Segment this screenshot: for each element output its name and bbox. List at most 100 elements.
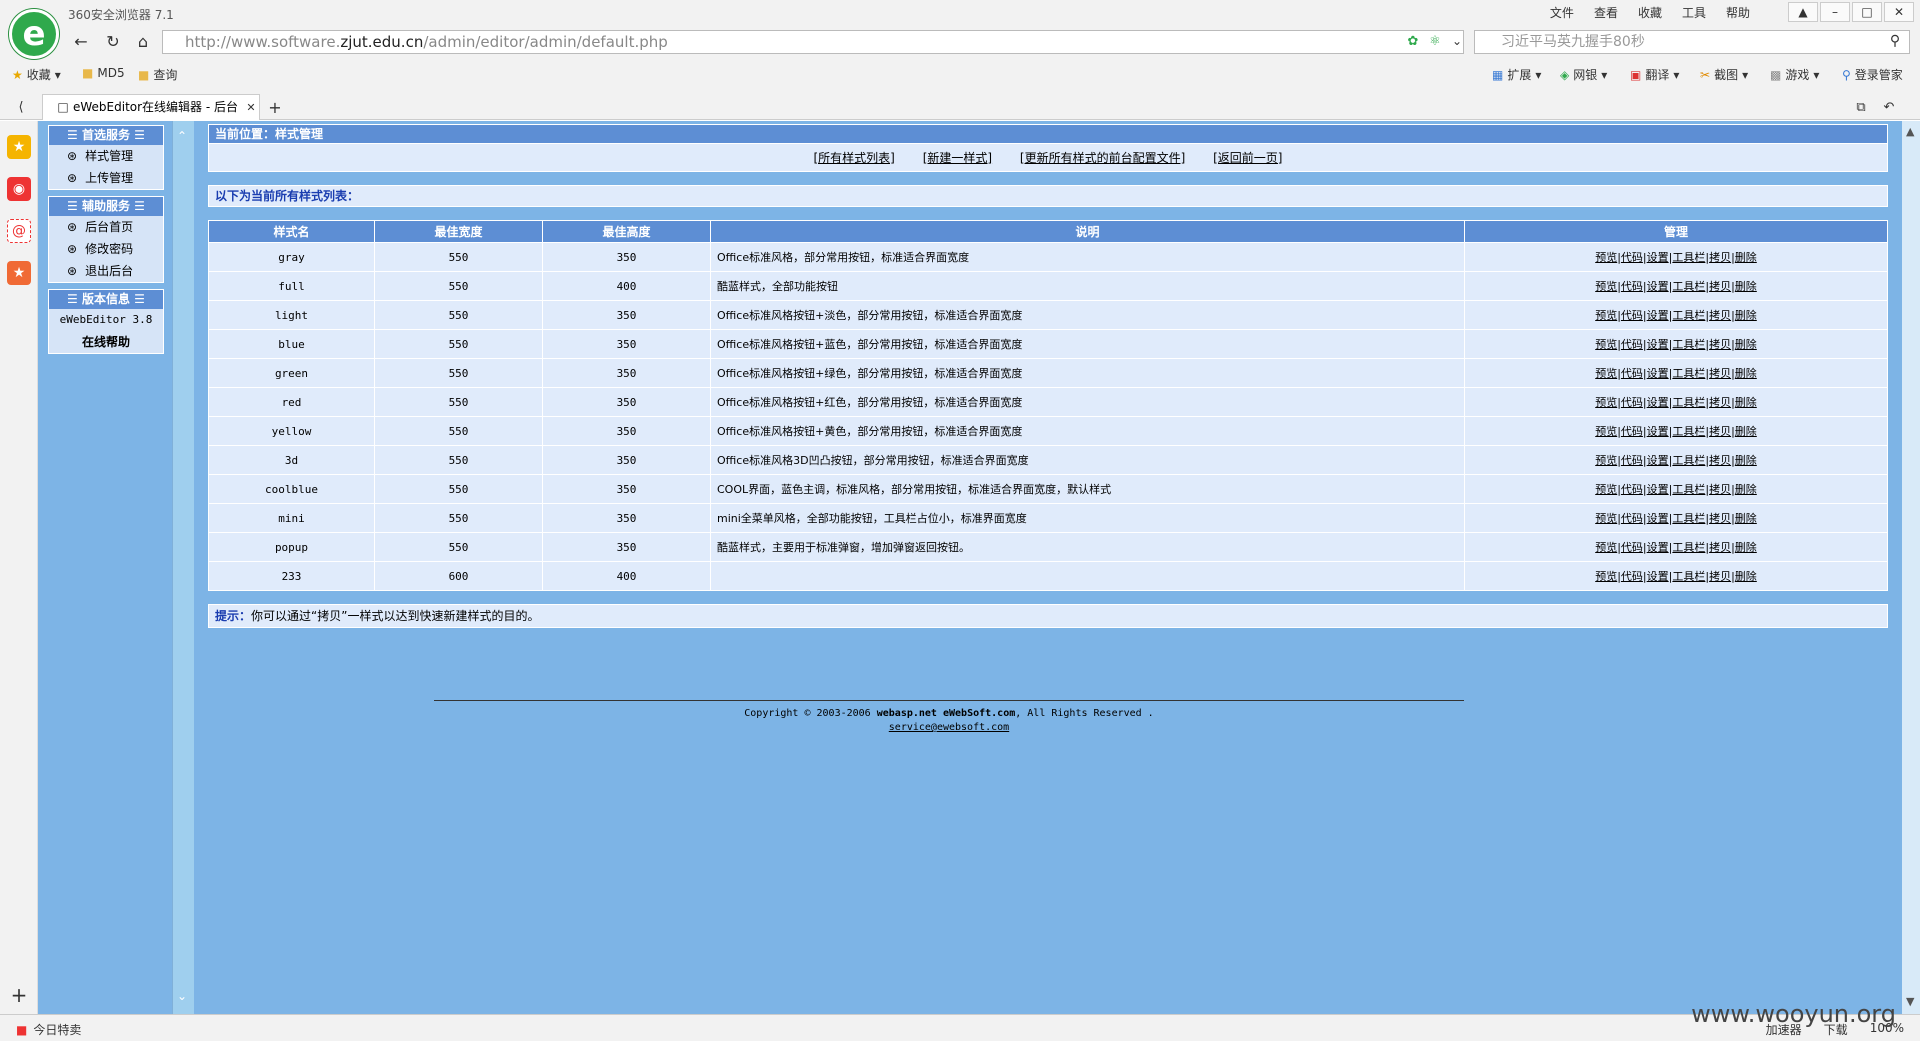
add-sidebar-icon[interactable]: + xyxy=(7,983,31,1007)
tab-list-icon[interactable]: ⧉ xyxy=(1850,96,1872,118)
scroll-down-icon[interactable]: ▼ xyxy=(1906,995,1914,1008)
home-icon[interactable]: ⌂ xyxy=(132,30,154,52)
action-link[interactable]: 删除 xyxy=(1735,483,1757,496)
action-link[interactable]: 预览 xyxy=(1595,425,1617,438)
email-link[interactable]: service@ewebsoft.com xyxy=(889,722,1009,733)
action-link[interactable]: 删除 xyxy=(1735,309,1757,322)
bookmark-md5[interactable]: ■ MD5 xyxy=(82,66,125,80)
action-link[interactable]: 设置 xyxy=(1647,338,1669,351)
action-link[interactable]: 预览 xyxy=(1595,280,1617,293)
action-link[interactable]: 删除 xyxy=(1735,280,1757,293)
action-link[interactable]: 设置 xyxy=(1647,396,1669,409)
link-all-styles[interactable]: [所有样式列表] xyxy=(814,151,895,165)
close-tab-icon[interactable]: ✕ xyxy=(240,96,262,118)
bookmark-favorites[interactable]: ★ 收藏 ▾ xyxy=(12,66,61,83)
action-link[interactable]: 代码 xyxy=(1621,512,1643,525)
favorites-star-icon[interactable]: ★ xyxy=(7,135,31,159)
action-link[interactable]: 预览 xyxy=(1595,309,1617,322)
toolbar-login-manager[interactable]: ⚲ 登录管家 xyxy=(1842,66,1903,83)
sidebar-item-logout[interactable]: ⊛ 退出后台 xyxy=(49,260,163,282)
action-link[interactable]: 设置 xyxy=(1647,541,1669,554)
undo-close-icon[interactable]: ↶ xyxy=(1878,96,1900,118)
weibo-icon[interactable]: ◉ xyxy=(7,177,31,201)
frame-splitter[interactable]: ⌃ ⌄ xyxy=(172,121,194,1014)
action-link[interactable]: 代码 xyxy=(1621,280,1643,293)
action-link[interactable]: 预览 xyxy=(1595,541,1617,554)
action-link[interactable]: 代码 xyxy=(1621,570,1643,583)
sidebar-item-admin-home[interactable]: ⊛ 后台首页 xyxy=(49,216,163,238)
action-link[interactable]: 设置 xyxy=(1647,251,1669,264)
action-link[interactable]: 拷贝 xyxy=(1709,338,1731,351)
action-link[interactable]: 拷贝 xyxy=(1709,396,1731,409)
action-link[interactable]: 删除 xyxy=(1735,251,1757,264)
action-link[interactable]: 删除 xyxy=(1735,396,1757,409)
toolbar-games[interactable]: ▩ 游戏 ▾ xyxy=(1770,66,1819,83)
action-link[interactable]: 删除 xyxy=(1735,338,1757,351)
action-link[interactable]: 设置 xyxy=(1647,425,1669,438)
action-link[interactable]: 拷贝 xyxy=(1709,309,1731,322)
sidebar-item-change-password[interactable]: ⊛ 修改密码 xyxy=(49,238,163,260)
action-link[interactable]: 工具栏 xyxy=(1672,425,1705,438)
action-link[interactable]: 工具栏 xyxy=(1672,512,1705,525)
action-link[interactable]: 预览 xyxy=(1595,367,1617,380)
action-link[interactable]: 设置 xyxy=(1647,483,1669,496)
skin-icon[interactable]: ▲ xyxy=(1788,2,1818,22)
sidebar-item-upload-manage[interactable]: ⊛ 上传管理 xyxy=(49,167,163,189)
action-link[interactable]: 删除 xyxy=(1735,512,1757,525)
action-link[interactable]: 工具栏 xyxy=(1672,280,1705,293)
action-link[interactable]: 代码 xyxy=(1621,483,1643,496)
maximize-button[interactable]: □ xyxy=(1852,2,1882,22)
action-link[interactable]: 工具栏 xyxy=(1672,309,1705,322)
discount-icon[interactable]: ★ xyxy=(7,261,31,285)
action-link[interactable]: 代码 xyxy=(1621,541,1643,554)
menu-file[interactable]: 文件 xyxy=(1550,4,1574,21)
menu-favorites[interactable]: 收藏 xyxy=(1638,4,1662,21)
toolbar-screenshot[interactable]: ✂ 截图 ▾ xyxy=(1700,66,1748,83)
status-left[interactable]: ■ 今日特卖 xyxy=(16,1021,81,1038)
action-link[interactable]: 代码 xyxy=(1621,454,1643,467)
scroll-up-icon[interactable]: ▲ xyxy=(1906,125,1914,138)
action-link[interactable]: 预览 xyxy=(1595,251,1617,264)
menu-view[interactable]: 查看 xyxy=(1594,4,1618,21)
action-link[interactable]: 删除 xyxy=(1735,541,1757,554)
minimize-button[interactable]: – xyxy=(1820,2,1850,22)
menu-tools[interactable]: 工具 xyxy=(1682,4,1706,21)
compat-mode-icon[interactable]: ⚛ xyxy=(1424,30,1446,52)
action-link[interactable]: 拷贝 xyxy=(1709,367,1731,380)
chevron-down-icon[interactable]: ⌄ xyxy=(177,989,187,1003)
page-scrollbar[interactable]: ▲ ▼ xyxy=(1902,121,1920,1014)
action-link[interactable]: 删除 xyxy=(1735,367,1757,380)
bookmark-query[interactable]: ■ 查询 xyxy=(138,66,177,83)
close-window-button[interactable]: ✕ xyxy=(1884,2,1914,22)
toolbar-extensions[interactable]: ▦ 扩展 ▾ xyxy=(1492,66,1541,83)
toolbar-translate[interactable]: ▣ 翻译 ▾ xyxy=(1630,66,1679,83)
action-link[interactable]: 设置 xyxy=(1647,454,1669,467)
tab-ewebeditor[interactable]: eWebEditor在线编辑器 - 后台 xyxy=(42,94,260,120)
back-icon[interactable]: ← xyxy=(70,30,92,52)
action-link[interactable]: 代码 xyxy=(1621,396,1643,409)
new-tab-icon[interactable]: + xyxy=(264,96,286,118)
action-link[interactable]: 拷贝 xyxy=(1709,280,1731,293)
action-link[interactable]: 工具栏 xyxy=(1672,570,1705,583)
action-link[interactable]: 工具栏 xyxy=(1672,541,1705,554)
action-link[interactable]: 拷贝 xyxy=(1709,483,1731,496)
url-dropdown-icon[interactable]: ⌄ xyxy=(1446,30,1468,52)
action-link[interactable]: 设置 xyxy=(1647,367,1669,380)
search-input[interactable]: 习近平马英九握手80秒 xyxy=(1474,30,1910,54)
menu-help[interactable]: 帮助 xyxy=(1726,4,1750,21)
url-input[interactable]: http://www.software.zjut.edu.cn/admin/ed… xyxy=(162,30,1464,54)
link-new-style[interactable]: [新建一样式] xyxy=(923,151,992,165)
action-link[interactable]: 工具栏 xyxy=(1672,396,1705,409)
action-link[interactable]: 工具栏 xyxy=(1672,483,1705,496)
action-link[interactable]: 删除 xyxy=(1735,454,1757,467)
action-link[interactable]: 预览 xyxy=(1595,396,1617,409)
action-link[interactable]: 设置 xyxy=(1647,570,1669,583)
action-link[interactable]: 代码 xyxy=(1621,251,1643,264)
action-link[interactable]: 设置 xyxy=(1647,512,1669,525)
action-link[interactable]: 预览 xyxy=(1595,483,1617,496)
action-link[interactable]: 代码 xyxy=(1621,367,1643,380)
action-link[interactable]: 拷贝 xyxy=(1709,251,1731,264)
sidebar-toggle-icon[interactable]: ⟨ xyxy=(10,96,32,118)
action-link[interactable]: 拷贝 xyxy=(1709,454,1731,467)
action-link[interactable]: 工具栏 xyxy=(1672,367,1705,380)
